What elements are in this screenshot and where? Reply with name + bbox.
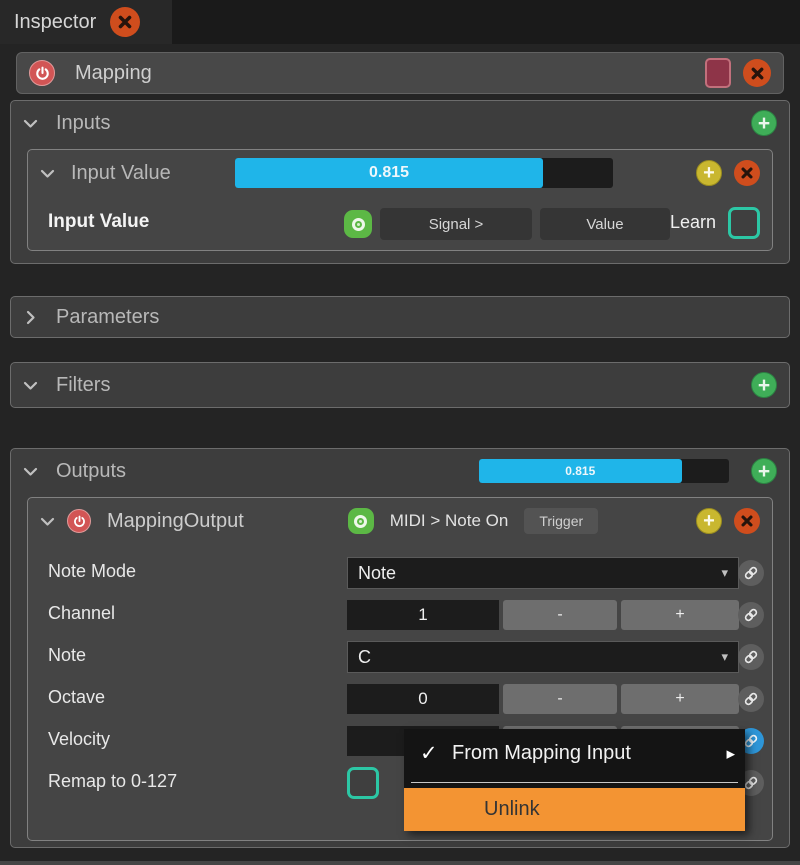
power-icon[interactable]	[29, 60, 55, 86]
close-icon	[740, 166, 754, 180]
chevron-down-icon: ▾	[721, 565, 728, 581]
check-icon: ✓	[420, 741, 452, 766]
filters-header[interactable]: Filters +	[11, 363, 789, 407]
filters-title: Filters	[56, 374, 110, 397]
inputs-title: Inputs	[56, 112, 110, 135]
note-mode-dropdown[interactable]: Note ▾	[347, 557, 739, 589]
menu-item-label: From Mapping Input	[452, 742, 631, 765]
input-value-slider[interactable]: 0.815	[235, 158, 613, 188]
learn-label: Learn	[670, 212, 716, 233]
output-route-label[interactable]: MIDI > Note On	[390, 511, 509, 531]
remap-checkbox[interactable]	[347, 767, 379, 799]
slider-fill: 0.815	[235, 158, 543, 188]
parameters-header[interactable]: Parameters	[11, 297, 789, 337]
chevron-down-icon	[23, 116, 38, 131]
param-label: Note Mode	[48, 561, 136, 582]
link-icon[interactable]	[738, 644, 764, 670]
parameters-title: Parameters	[56, 306, 159, 329]
menu-separator	[411, 782, 738, 783]
mapping-color-swatch[interactable]	[705, 58, 731, 88]
mapping-title: Mapping	[75, 62, 152, 85]
input-value-box: Input Value 0.815 + Input Value Signal >…	[27, 149, 773, 251]
power-icon[interactable]	[67, 509, 91, 533]
chevron-down-icon	[23, 378, 38, 393]
signal-button[interactable]: Signal >	[380, 208, 532, 240]
output-add-button[interactable]: +	[696, 508, 722, 534]
row-note-mode: Note Mode Note ▾	[28, 552, 772, 594]
slider-value: 0.815	[479, 459, 682, 483]
input-value-row: Input Value Signal > Value Learn	[28, 200, 772, 248]
octave-increment-button[interactable]: +	[621, 684, 739, 714]
chevron-down-icon	[40, 514, 55, 529]
mapping-output-title: MappingOutput	[107, 510, 244, 533]
param-label: Octave	[48, 687, 105, 708]
slider-fill: 0.815	[479, 459, 682, 483]
target-icon[interactable]	[344, 210, 372, 238]
chevron-down-icon: ▾	[721, 649, 728, 665]
tab-label: Inspector	[14, 11, 96, 34]
link-icon[interactable]	[738, 560, 764, 586]
mapping-output-header[interactable]: MappingOutput MIDI > Note On Trigger +	[28, 498, 772, 544]
channel-increment-button[interactable]: +	[621, 600, 739, 630]
link-icon[interactable]	[738, 602, 764, 628]
row-octave: Octave 0 - +	[28, 678, 772, 720]
add-output-button[interactable]: +	[751, 458, 777, 484]
channel-decrement-button[interactable]: -	[503, 600, 617, 630]
slider-value: 0.815	[235, 158, 543, 188]
context-menu: ✓ From Mapping Input ▸ Unlink	[404, 729, 745, 831]
close-icon	[750, 66, 765, 81]
row-channel: Channel 1 - +	[28, 594, 772, 636]
param-label: Note	[48, 645, 86, 666]
target-icon[interactable]	[348, 508, 374, 534]
tab-bar: Inspector	[0, 0, 800, 44]
param-label: Channel	[48, 603, 115, 624]
input-value-title: Input Value	[71, 162, 171, 185]
chevron-right-icon	[23, 310, 38, 325]
menu-item-label: Unlink	[484, 798, 540, 821]
menu-item-unlink[interactable]: Unlink	[404, 788, 745, 831]
param-label: Velocity	[48, 729, 110, 750]
close-icon	[117, 14, 133, 30]
value-button[interactable]: Value	[540, 208, 670, 240]
input-value-add-button[interactable]: +	[696, 160, 722, 186]
add-input-button[interactable]: +	[751, 110, 777, 136]
close-icon	[740, 514, 754, 528]
inputs-header[interactable]: Inputs +	[11, 101, 789, 145]
submenu-arrow-icon: ▸	[726, 744, 735, 764]
param-label: Remap to 0-127	[48, 771, 177, 792]
outputs-slider[interactable]: 0.815	[479, 459, 729, 483]
chevron-down-icon	[40, 166, 55, 181]
tab-close-button[interactable]	[110, 7, 140, 37]
output-remove-button[interactable]	[734, 508, 760, 534]
mapping-remove-button[interactable]	[743, 59, 771, 87]
learn-checkbox[interactable]	[728, 207, 760, 239]
parameters-section: Parameters	[10, 296, 790, 338]
mapping-header[interactable]: Mapping	[16, 52, 784, 94]
row-note: Note C ▾	[28, 636, 772, 678]
add-filter-button[interactable]: +	[751, 372, 777, 398]
link-icon[interactable]	[738, 686, 764, 712]
octave-value[interactable]: 0	[347, 684, 499, 714]
trigger-button[interactable]: Trigger	[524, 508, 598, 534]
outputs-header[interactable]: Outputs 0.815 +	[11, 449, 789, 493]
tab-inspector[interactable]: Inspector	[0, 0, 172, 44]
menu-item-from-mapping-input[interactable]: ✓ From Mapping Input ▸	[404, 729, 745, 778]
filters-section: Filters +	[10, 362, 790, 408]
bottom-edge	[0, 861, 800, 865]
inputs-section: Inputs + Input Value 0.815 + Input Value…	[10, 100, 790, 264]
input-value-header[interactable]: Input Value 0.815 +	[28, 150, 772, 196]
input-value-remove-button[interactable]	[734, 160, 760, 186]
outputs-title: Outputs	[56, 460, 126, 483]
note-dropdown[interactable]: C ▾	[347, 641, 739, 673]
channel-value[interactable]: 1	[347, 600, 499, 630]
octave-decrement-button[interactable]: -	[503, 684, 617, 714]
input-value-param-label: Input Value	[48, 211, 149, 233]
chevron-down-icon	[23, 464, 38, 479]
